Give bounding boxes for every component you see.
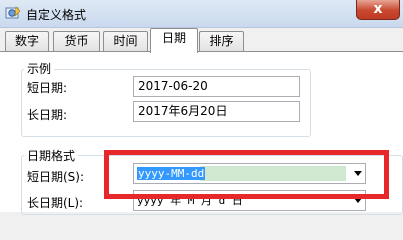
tab-label: 货币	[64, 34, 89, 48]
date-format-group-title: 日期格式	[24, 147, 79, 164]
tab-label: 数字	[14, 34, 39, 48]
annotation-highlight-box	[104, 150, 389, 199]
tab-currency[interactable]: 货币	[53, 31, 100, 51]
close-button[interactable]: x	[356, 0, 400, 20]
sample-short-date-field: 2017-06-20	[133, 76, 300, 97]
tab-label: 排序	[209, 34, 234, 48]
tab-label: 日期	[161, 31, 186, 45]
sample-short-date-label: 短日期:	[27, 81, 68, 95]
window-title: 自定义格式	[26, 8, 87, 22]
sample-long-date-field: 2017年6月20日	[133, 101, 300, 122]
tab-time[interactable]: 时间	[103, 31, 148, 51]
sample-long-date-label: 长日期:	[27, 108, 68, 122]
tab-label: 时间	[113, 34, 138, 48]
sample-group-title: 示例	[24, 60, 55, 77]
tab-date[interactable]: 日期	[150, 28, 198, 53]
title-bar: 自定义格式 x	[0, 0, 403, 28]
short-date-format-label: 短日期(S):	[27, 170, 85, 184]
tab-number[interactable]: 数字	[5, 31, 49, 51]
long-date-format-label: 长日期(L):	[27, 196, 84, 210]
sample-long-date-value: 2017年6月20日	[138, 104, 228, 118]
app-icon	[5, 6, 21, 19]
sample-short-date-value: 2017-06-20	[138, 79, 208, 93]
close-icon: x	[373, 1, 383, 17]
tab-sort[interactable]: 排序	[199, 31, 244, 51]
tab-strip: 数字 货币 时间 日期 排序	[0, 28, 403, 53]
